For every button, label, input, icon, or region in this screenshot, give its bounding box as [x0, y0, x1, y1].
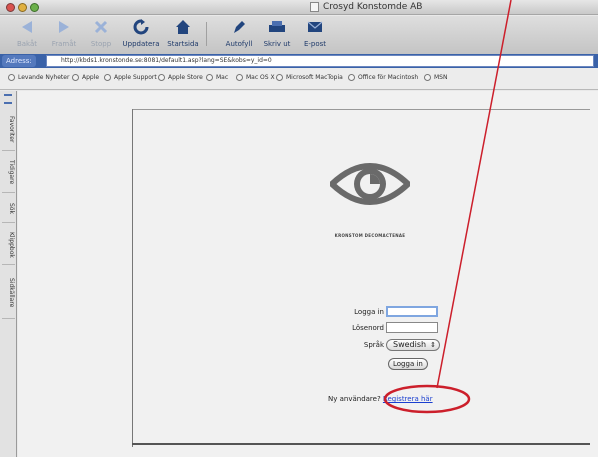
page-content: KRONSTOM DECOMACTENAE Logga in Lösenord …	[18, 91, 598, 457]
favorite-item[interactable]: Microsoft MacTopia	[276, 74, 343, 81]
password-label: Lösenord	[352, 323, 384, 332]
toolbar: Bakåt Framåt Stopp Uppdatera Startsida A…	[0, 16, 598, 54]
bookmark-icon	[424, 74, 431, 81]
explorer-sidebar: Favoriter Tidigare Sök Klippbok Sidkälla…	[0, 91, 17, 457]
mail-button-label: E-post	[303, 40, 327, 48]
brand-wordmark: KRONSTOM DECOMACTENAE	[334, 233, 406, 238]
back-button-label: Bakåt	[16, 40, 38, 48]
mail-icon	[305, 18, 325, 36]
address-bar: Adress: http://kbds1.kronstonde.se:8081/…	[0, 54, 598, 68]
refresh-icon	[131, 18, 151, 36]
close-window-button[interactable]	[6, 3, 15, 12]
bookmark-icon	[8, 74, 15, 81]
stop-button-label: Stopp	[90, 40, 112, 48]
register-link[interactable]: Registrera här	[383, 395, 433, 403]
bookmark-icon	[276, 74, 283, 81]
bookmark-icon	[158, 74, 165, 81]
window-title: Crosyd Konstomde AB	[323, 2, 423, 12]
bookmark-icon	[206, 74, 213, 81]
eye-logo-icon	[330, 163, 410, 205]
autofill-pen-icon	[229, 18, 249, 36]
language-row: Språk Swedish ⇕	[344, 339, 440, 351]
sidebar-tab-scrapbook[interactable]: Klippbok	[2, 225, 15, 265]
password-row: Lösenord	[344, 322, 438, 333]
sidebar-tab-history[interactable]: Tidigare	[2, 153, 15, 193]
sidebar-tab-favorites[interactable]: Favoriter	[2, 109, 15, 151]
bookmark-icon	[348, 74, 355, 81]
address-label: Adress:	[2, 55, 36, 67]
bookmark-icon	[72, 74, 79, 81]
favorite-item[interactable]: Mac OS X	[236, 74, 275, 81]
favorite-item[interactable]: Apple Store	[158, 74, 203, 81]
favorite-item[interactable]: Levande Nyheter	[8, 74, 69, 81]
window-title-group: Crosyd Konstomde AB	[310, 2, 422, 12]
title-bar: Crosyd Konstomde AB	[0, 0, 598, 15]
select-arrows-icon: ⇕	[430, 341, 436, 349]
mail-button[interactable]: E-post	[294, 18, 336, 48]
stop-x-icon	[91, 18, 111, 36]
new-user-text: Ny användare?	[328, 395, 381, 403]
language-select[interactable]: Swedish ⇕	[386, 339, 440, 351]
page-bottom-rule	[132, 443, 590, 445]
home-icon	[173, 18, 193, 36]
forward-arrow-icon	[54, 18, 74, 36]
back-arrow-icon	[17, 18, 37, 36]
home-button-label: Startsida	[167, 40, 199, 48]
back-button[interactable]: Bakåt	[6, 18, 48, 48]
favorite-item[interactable]: Apple Support	[104, 74, 157, 81]
language-select-value: Swedish	[393, 340, 427, 349]
autofill-button[interactable]: Autofyll	[218, 18, 260, 48]
login-button[interactable]: Logga in	[388, 358, 428, 370]
favorite-item[interactable]: Apple	[72, 74, 99, 81]
bookmark-icon	[104, 74, 111, 81]
username-row: Logga in	[344, 306, 438, 317]
printer-icon	[267, 18, 287, 36]
sidebar-grip-icon[interactable]	[4, 94, 12, 104]
register-row: Ny användare? Registrera här	[328, 395, 433, 403]
forward-button[interactable]: Framåt	[43, 18, 85, 48]
favorite-item[interactable]: Office för Macintosh	[348, 74, 418, 81]
document-icon	[310, 2, 319, 12]
favorite-item[interactable]: Mac	[206, 74, 228, 81]
username-label: Logga in	[354, 307, 384, 316]
sidebar-tab-page-holder[interactable]: Sidkällare	[2, 267, 15, 319]
stop-button[interactable]: Stopp	[80, 18, 122, 48]
bookmark-icon	[236, 74, 243, 81]
refresh-button-label: Uppdatera	[122, 40, 160, 48]
password-input[interactable]	[386, 322, 438, 333]
zoom-window-button[interactable]	[30, 3, 39, 12]
username-input[interactable]	[386, 306, 438, 317]
home-button[interactable]: Startsida	[162, 18, 204, 48]
favorite-item[interactable]: MSN	[424, 74, 447, 81]
sidebar-tab-search[interactable]: Sök	[2, 195, 15, 223]
favorites-bar: Levande Nyheter Apple Apple Support Appl…	[0, 68, 598, 90]
language-label: Språk	[363, 341, 384, 349]
address-field[interactable]: http://kbds1.kronstonde.se:8081/default1…	[46, 55, 594, 67]
print-button-label: Skriv ut	[263, 40, 291, 48]
forward-button-label: Framåt	[51, 40, 77, 48]
minimize-window-button[interactable]	[18, 3, 27, 12]
print-button[interactable]: Skriv ut	[256, 18, 298, 48]
browser-window: Crosyd Konstomde AB Bakåt Framåt Stopp U…	[0, 0, 598, 457]
toolbar-separator	[206, 22, 207, 46]
refresh-button[interactable]: Uppdatera	[120, 18, 162, 48]
autofill-button-label: Autofyll	[225, 40, 253, 48]
